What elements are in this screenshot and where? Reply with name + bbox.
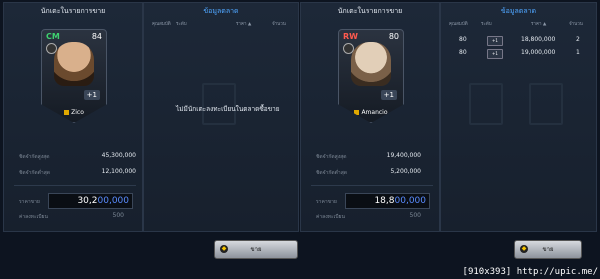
row-ovr: 80 bbox=[459, 49, 467, 56]
col-level: ระดับ bbox=[481, 22, 492, 27]
sell-price-typed: 30,2 bbox=[77, 196, 98, 206]
sell-price-label: ราคาขาย bbox=[19, 199, 40, 205]
empty-market-message: ไม่มีนักเตะลงทะเบียนในตลาดซื้อขาย bbox=[176, 105, 280, 113]
fee-value: 500 bbox=[409, 212, 421, 219]
clipboard-watermark-icon bbox=[529, 83, 563, 125]
min-price-value: 12,100,000 bbox=[101, 168, 136, 175]
col-qty: จำนวน bbox=[569, 22, 583, 27]
player-position: CM bbox=[46, 32, 60, 41]
enhance-level-badge: +1 bbox=[380, 90, 397, 100]
clipboard-watermark-icon bbox=[469, 83, 503, 125]
player-name: Zico bbox=[71, 109, 84, 116]
right-panel-header: นักเตะในรายการขาย bbox=[337, 7, 403, 15]
player-photo bbox=[54, 42, 94, 86]
player-rating: 84 bbox=[91, 32, 102, 41]
player-name-row: Amancio bbox=[339, 109, 403, 116]
player-name: Amancio bbox=[361, 109, 388, 116]
market-row[interactable]: 80 +1 19,000,000 1 bbox=[441, 47, 596, 59]
sell-price-placeholder: 00,000 bbox=[97, 196, 130, 206]
min-price-value: 5,200,000 bbox=[390, 168, 421, 175]
nation-flag-icon bbox=[354, 110, 360, 115]
row-price: 19,000,000 bbox=[521, 49, 556, 56]
sell-price-input[interactable]: 30,200,000 bbox=[48, 193, 133, 209]
divider bbox=[14, 185, 136, 186]
sell-price-placeholder: 00,000 bbox=[394, 196, 427, 206]
col-ovr: คุณสมบัติ bbox=[152, 22, 171, 27]
row-qty: 1 bbox=[576, 49, 580, 56]
max-price-label: ชิดจำกัดสูงสุด bbox=[19, 154, 50, 160]
nation-flag-icon bbox=[64, 110, 70, 115]
market1-header: ข้อมูลตลาด bbox=[203, 7, 239, 15]
col-price-sort[interactable]: ราคา ▲ bbox=[531, 20, 546, 30]
sell-button-label: ขาย bbox=[542, 246, 554, 253]
player-card-amancio[interactable]: RW 80 +1 Amancio bbox=[338, 29, 404, 123]
market-info-panel-2: ข้อมูลตลาด คุณสมบัติ ระดับ ราคา ▲ จำนวน … bbox=[440, 2, 597, 232]
col-ovr: คุณสมบัติ bbox=[449, 22, 468, 27]
col-level: ระดับ bbox=[176, 22, 187, 27]
player-name-row: Zico bbox=[42, 109, 106, 116]
row-qty: 2 bbox=[576, 36, 580, 43]
player-card-zico[interactable]: CM 84 +1 Zico bbox=[41, 29, 107, 123]
fee-label: ค่าลงทะเบียน bbox=[316, 214, 345, 220]
market-row[interactable]: 80 +1 18,800,000 2 bbox=[441, 34, 596, 46]
row-price: 18,800,000 bbox=[521, 36, 556, 43]
row-ovr: 80 bbox=[459, 36, 467, 43]
left-panel-header: นักเตะในรายการขาย bbox=[40, 7, 106, 15]
sell-price-input[interactable]: 18,800,000 bbox=[345, 193, 430, 209]
market-info-panel-1: ข้อมูลตลาด คุณสมบัติ ระดับ ราคา ▲ จำนวน … bbox=[143, 2, 299, 232]
max-price-value: 45,300,000 bbox=[101, 152, 136, 159]
sell-price-typed: 18,8 bbox=[374, 196, 395, 206]
max-price-value: 19,400,000 bbox=[386, 152, 421, 159]
col-qty: จำนวน bbox=[272, 22, 286, 27]
row-level: +1 bbox=[487, 49, 503, 59]
enhance-level-badge: +1 bbox=[83, 90, 100, 100]
left-player-panel: นักเตะในรายการขาย CM 84 +1 Zico ชิดจำกัด… bbox=[3, 2, 143, 232]
fee-label: ค่าลงทะเบียน bbox=[19, 214, 48, 220]
divider bbox=[311, 185, 433, 186]
row-level: +1 bbox=[487, 36, 503, 46]
player-photo bbox=[351, 42, 391, 86]
col-price-sort[interactable]: ราคา ▲ bbox=[236, 20, 251, 30]
coin-icon: ◆ bbox=[520, 245, 528, 253]
coin-icon: ◆ bbox=[220, 245, 228, 253]
min-price-label: ชิดจำกัดต่ำสุด bbox=[316, 170, 348, 176]
sell-button-label: ขาย bbox=[250, 246, 262, 253]
watermark: [910x393] http://upic.me/ bbox=[462, 267, 598, 277]
player-rating: 80 bbox=[388, 32, 399, 41]
sell-button-right[interactable]: ◆ ขาย bbox=[514, 240, 582, 259]
max-price-label: ชิดจำกัดสูงสุด bbox=[316, 154, 347, 160]
min-price-label: ชิดจำกัดต่ำสุด bbox=[19, 170, 51, 176]
sell-button-left[interactable]: ◆ ขาย bbox=[214, 240, 298, 259]
player-position: RW bbox=[343, 32, 358, 41]
right-player-panel: นักเตะในรายการขาย RW 80 +1 Amancio ชิดจำ… bbox=[300, 2, 440, 232]
fee-value: 500 bbox=[112, 212, 124, 219]
sell-price-label: ราคาขาย bbox=[316, 199, 337, 205]
market2-header: ข้อมูลตลาด bbox=[500, 7, 537, 15]
